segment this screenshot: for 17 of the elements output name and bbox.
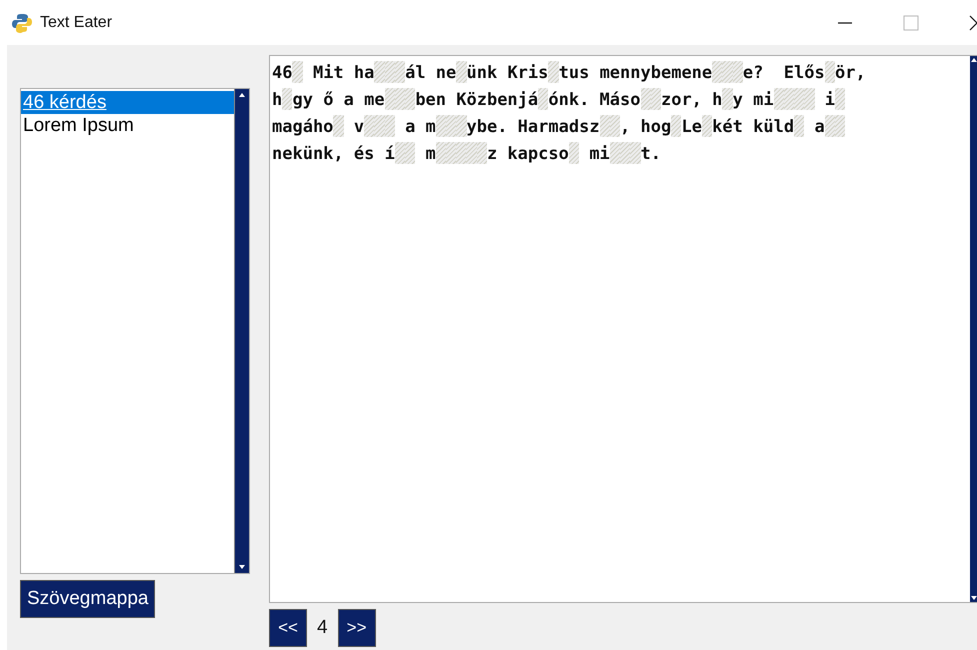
folder-button[interactable]: Szövegmappa: [20, 580, 156, 618]
text-area[interactable]: 46 Mit ha ál ne ünk Kris tus mennybemene e? Elős ör, h gy ő a me ben Közbenjá ónk. Máso zor, h y mi i magáho v a m ybe. Harmadsz , hog Le két küld a nekünk, és í m z kapcso mi t.: [269, 55, 977, 603]
page-number: 4: [317, 617, 328, 639]
text-line: h gy ő a me ben Közbenjá ónk. Máso zor, h y mi i: [272, 87, 968, 114]
list-item[interactable]: 46 kérdés: [21, 91, 234, 114]
scroll-down-icon[interactable]: [970, 594, 977, 602]
window-title: Text Eater: [40, 14, 112, 32]
previous-button[interactable]: <<: [269, 609, 307, 647]
list-item[interactable]: Lorem Ipsum: [21, 114, 234, 137]
scrollbar[interactable]: [970, 56, 977, 602]
scroll-up-icon[interactable]: [970, 56, 977, 64]
snake-logo-icon: [12, 12, 32, 32]
text-line: magáho v a m ybe. Harmadsz , hog Le két küld a: [272, 114, 968, 141]
scrollbar[interactable]: [234, 89, 249, 573]
text-line: nekünk, és í m z kapcso mi t.: [272, 141, 662, 166]
next-button[interactable]: >>: [338, 609, 376, 647]
text-line: 46 Mit ha ál ne ünk Kris tus mennybemene e? Elős ör,: [272, 60, 867, 86]
